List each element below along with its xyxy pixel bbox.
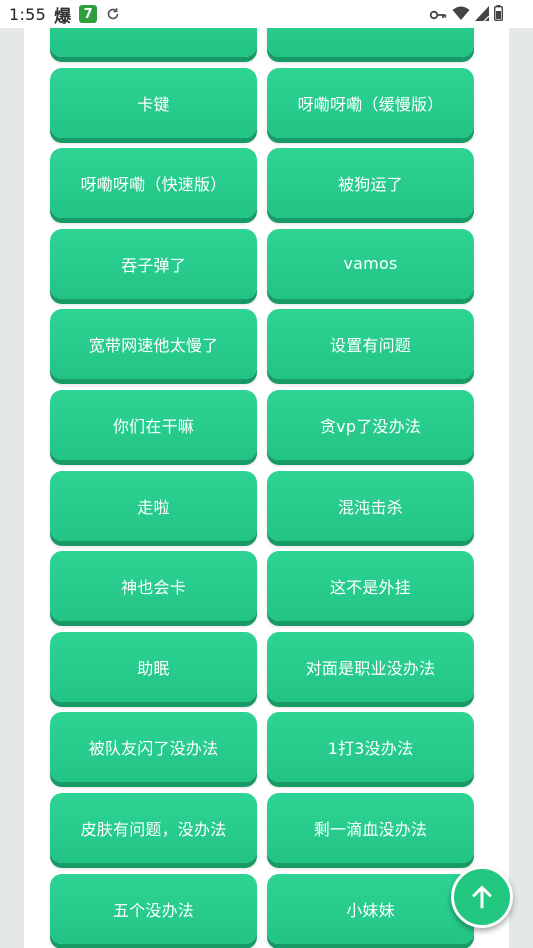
sound-button[interactable]: 剩一滴血没办法	[267, 792, 474, 863]
sound-button[interactable]: 混沌击杀	[267, 470, 474, 541]
sound-button[interactable]: 呀嘞呀嘞（缓慢版）	[267, 67, 474, 138]
arrow-up-icon	[472, 886, 492, 909]
sound-button[interactable]: 走啦	[50, 470, 257, 541]
signal-icon	[475, 5, 490, 25]
sound-button[interactable]: 呀嘞呀嘞（快速版）	[50, 148, 257, 219]
sync-icon	[106, 7, 120, 21]
scroll-to-top-button[interactable]	[451, 866, 513, 928]
sound-button[interactable]: 你们在干嘛	[50, 389, 257, 460]
sound-button[interactable]: 皮肤有问题，没办法	[50, 792, 257, 863]
sound-button[interactable]: vamos	[267, 228, 474, 299]
sound-button[interactable]: 设置有问题	[267, 309, 474, 380]
sound-button[interactable]: 神也会卡	[50, 551, 257, 622]
sound-button[interactable]: 被狗运了	[267, 148, 474, 219]
sound-button[interactable]: 助眠	[50, 631, 257, 702]
app-badge: 7	[79, 5, 98, 23]
sound-button[interactable]: 五个没办法	[50, 873, 257, 944]
sound-button[interactable]: 贪vp了没办法	[267, 389, 474, 460]
wifi-icon	[452, 5, 470, 25]
sound-button[interactable]: 这不是外挂	[267, 551, 474, 622]
battery-icon	[493, 5, 503, 25]
sound-button[interactable]: 被队友闪了没办法	[50, 712, 257, 783]
sound-button[interactable]: 卡键	[50, 67, 257, 138]
button-grid: 卡键 呀嘞呀嘞（缓慢版） 呀嘞呀嘞（快速版） 被狗运了 吞子弹了 vamos 宽…	[50, 0, 474, 944]
sound-button[interactable]: 1打3没办法	[267, 712, 474, 783]
sound-board: 卡键 呀嘞呀嘞（缓慢版） 呀嘞呀嘞（快速版） 被狗运了 吞子弹了 vamos 宽…	[24, 0, 509, 948]
notification-glyph: 爆	[54, 6, 72, 27]
sound-button[interactable]: 宽带网速他太慢了	[50, 309, 257, 380]
status-time: 1:55	[9, 4, 47, 24]
sound-button[interactable]: 小妹妹	[267, 873, 474, 944]
sound-button[interactable]: 对面是职业没办法	[267, 631, 474, 702]
key-icon	[429, 6, 447, 25]
status-bar: 1:55 爆 7	[0, 0, 533, 28]
sound-button[interactable]: 吞子弹了	[50, 228, 257, 299]
